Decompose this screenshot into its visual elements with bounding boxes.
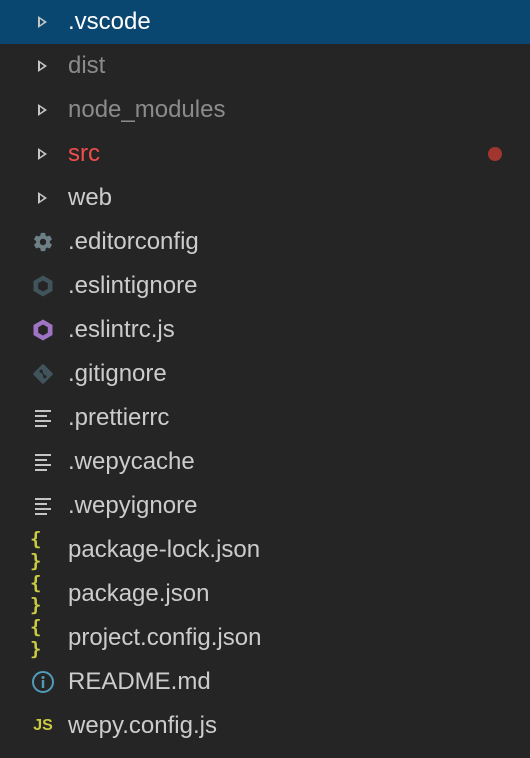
problem-indicator-dot bbox=[488, 147, 502, 161]
tree-item-package-lock-file[interactable]: { } package-lock.json bbox=[0, 528, 530, 572]
file-label: .eslintignore bbox=[68, 272, 198, 299]
json-icon: { } bbox=[30, 572, 43, 616]
chevron-right-icon[interactable] bbox=[38, 192, 47, 204]
text-file-icon bbox=[30, 405, 56, 431]
tree-item-wepyignore-file[interactable]: .wepyignore bbox=[0, 484, 530, 528]
tree-item-node-modules-folder[interactable]: node_modules bbox=[0, 88, 530, 132]
json-icon: { } bbox=[30, 528, 43, 572]
text-file-icon bbox=[30, 449, 56, 475]
tree-item-vscode-folder[interactable]: .vscode bbox=[0, 0, 530, 44]
javascript-icon: JS bbox=[33, 717, 53, 734]
tree-item-dist-folder[interactable]: dist bbox=[0, 44, 530, 88]
folder-label: dist bbox=[68, 52, 106, 79]
file-label: README.md bbox=[68, 668, 211, 695]
gear-icon bbox=[30, 229, 56, 255]
text-file-icon bbox=[30, 493, 56, 519]
file-label: .wepycache bbox=[68, 448, 195, 475]
eslint-icon bbox=[30, 317, 56, 343]
git-icon bbox=[30, 361, 56, 387]
file-label: .eslintrc.js bbox=[68, 316, 175, 343]
folder-label: .vscode bbox=[68, 8, 151, 35]
folder-label: src bbox=[68, 140, 100, 167]
file-label: .wepyignore bbox=[68, 492, 198, 519]
folder-label: node_modules bbox=[68, 96, 226, 123]
tree-item-eslintignore-file[interactable]: .eslintignore bbox=[0, 264, 530, 308]
info-icon bbox=[30, 669, 56, 695]
tree-item-project-config-file[interactable]: { } project.config.json bbox=[0, 616, 530, 660]
tree-item-src-folder[interactable]: src bbox=[0, 132, 530, 176]
chevron-right-icon[interactable] bbox=[38, 60, 47, 72]
tree-item-readme-file[interactable]: README.md bbox=[0, 660, 530, 704]
file-label: project.config.json bbox=[68, 624, 262, 651]
eslint-ignore-icon bbox=[30, 273, 56, 299]
file-explorer-tree: .vscode dist node_modules src web .edito… bbox=[0, 0, 530, 758]
tree-item-wepy-config-file[interactable]: JS wepy.config.js bbox=[0, 704, 530, 748]
file-label: wepy.config.js bbox=[68, 712, 217, 739]
tree-item-editorconfig-file[interactable]: .editorconfig bbox=[0, 220, 530, 264]
file-label: .prettierrc bbox=[68, 404, 170, 431]
file-label: .gitignore bbox=[68, 360, 167, 387]
tree-item-prettierrc-file[interactable]: .prettierrc bbox=[0, 396, 530, 440]
json-icon: { } bbox=[30, 616, 43, 660]
chevron-right-icon[interactable] bbox=[38, 148, 47, 160]
tree-item-eslintrc-file[interactable]: .eslintrc.js bbox=[0, 308, 530, 352]
chevron-right-icon[interactable] bbox=[38, 16, 47, 28]
file-label: package-lock.json bbox=[68, 536, 261, 563]
file-label: .editorconfig bbox=[68, 228, 199, 255]
tree-item-wepycache-file[interactable]: .wepycache bbox=[0, 440, 530, 484]
tree-item-package-file[interactable]: { } package.json bbox=[0, 572, 530, 616]
file-label: package.json bbox=[68, 580, 210, 607]
tree-item-gitignore-file[interactable]: .gitignore bbox=[0, 352, 530, 396]
chevron-right-icon[interactable] bbox=[38, 104, 47, 116]
tree-item-web-folder[interactable]: web bbox=[0, 176, 530, 220]
folder-label: web bbox=[68, 184, 113, 211]
